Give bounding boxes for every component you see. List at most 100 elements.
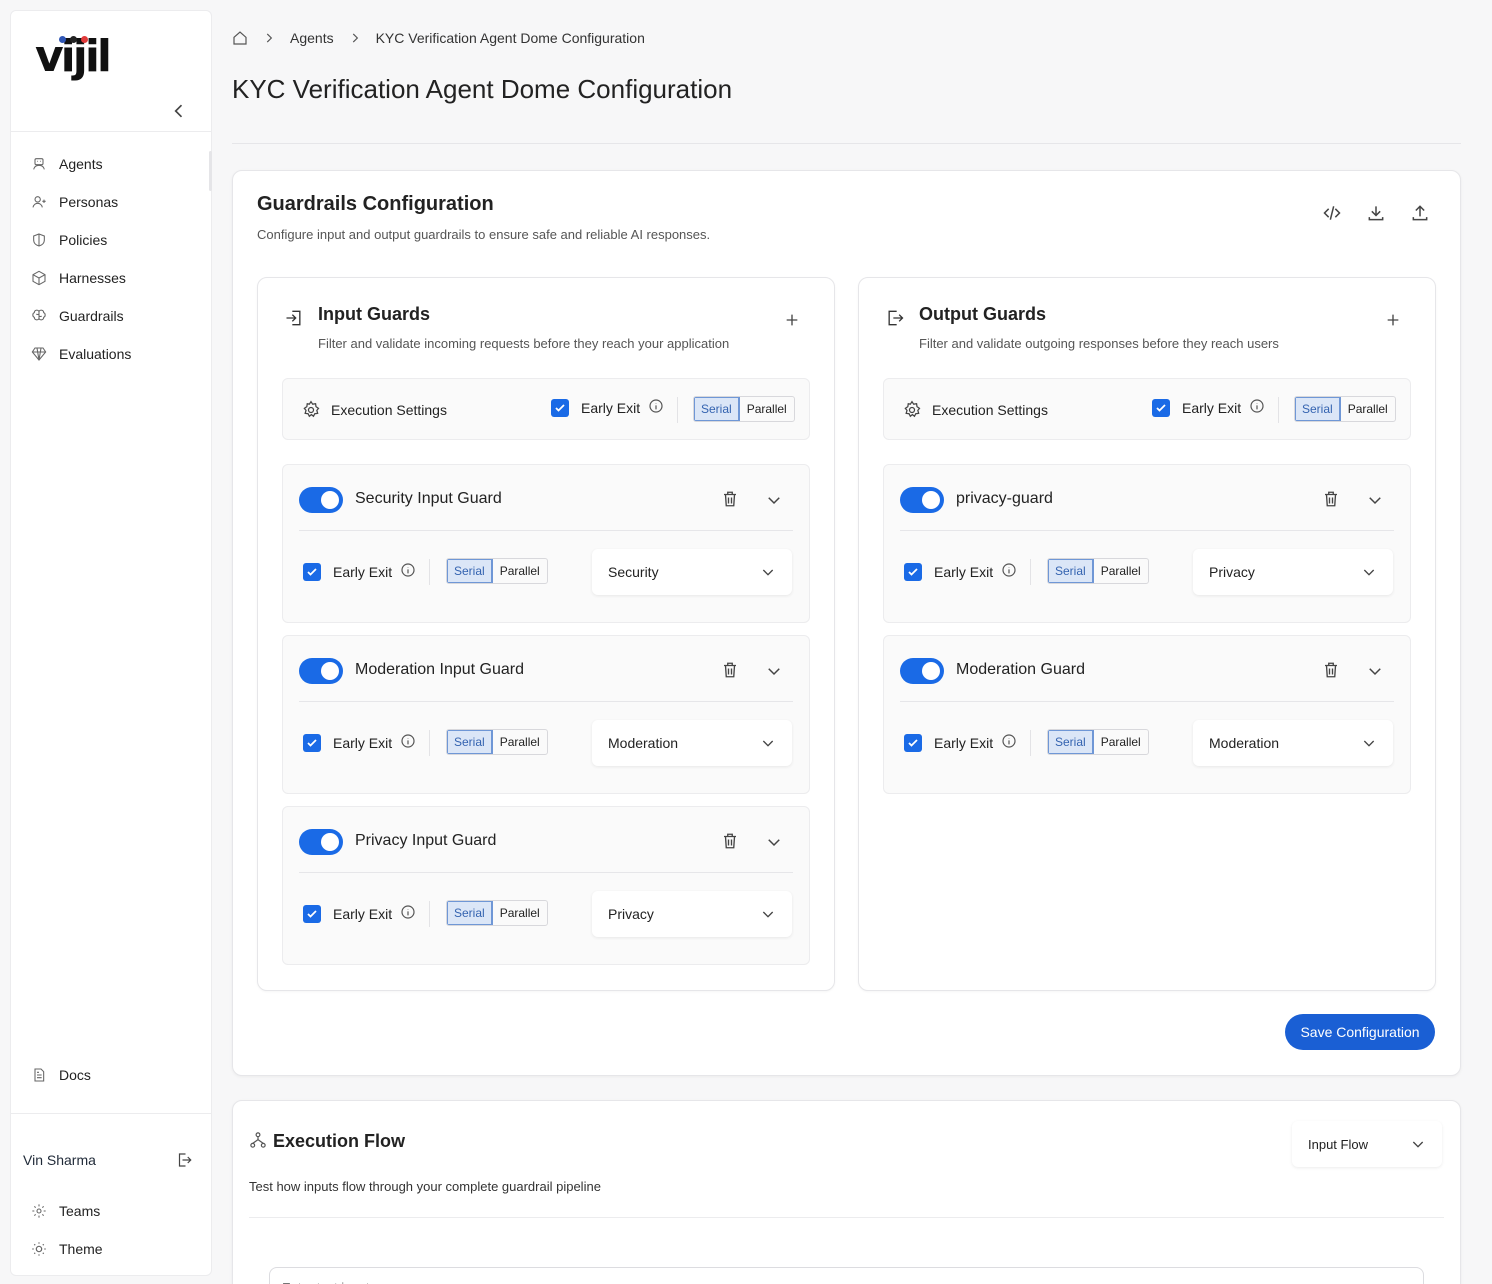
- execution-mode-toggle[interactable]: Serial Parallel: [1047, 729, 1149, 755]
- checkbox-checked[interactable]: [303, 734, 321, 752]
- chevron-down-icon[interactable]: [765, 662, 783, 680]
- serial-option[interactable]: Serial: [1295, 397, 1341, 421]
- download-icon[interactable]: [1366, 203, 1386, 223]
- checkbox-checked[interactable]: [904, 563, 922, 581]
- sidebar-item-agents[interactable]: Agents: [31, 145, 131, 183]
- guard-enabled-toggle[interactable]: [299, 487, 343, 513]
- chevron-down-icon: [762, 569, 774, 576]
- serial-option[interactable]: Serial: [447, 559, 493, 583]
- sidebar-item-docs[interactable]: Docs: [31, 1056, 91, 1094]
- flow-select[interactable]: Input Flow: [1292, 1121, 1442, 1167]
- early-exit-label: Early Exit: [1182, 400, 1242, 416]
- checkbox-checked[interactable]: [303, 905, 321, 923]
- serial-option[interactable]: Serial: [694, 397, 740, 421]
- select-value: Moderation: [1209, 735, 1280, 751]
- info-icon[interactable]: [1001, 562, 1017, 578]
- checkbox-checked[interactable]: [904, 734, 922, 752]
- guard-type-select[interactable]: Moderation: [592, 720, 792, 766]
- sidebar-scrollbar[interactable]: [209, 151, 212, 191]
- parallel-option[interactable]: Parallel: [740, 397, 794, 421]
- parallel-option[interactable]: Parallel: [1094, 559, 1148, 583]
- parallel-option[interactable]: Parallel: [493, 730, 547, 754]
- serial-option[interactable]: Serial: [1048, 559, 1094, 583]
- chevron-down-icon[interactable]: [1366, 491, 1384, 509]
- info-icon[interactable]: [400, 904, 416, 920]
- sidebar-item-guardrails[interactable]: Guardrails: [31, 297, 131, 335]
- upload-icon[interactable]: [1410, 203, 1430, 223]
- parallel-option[interactable]: Parallel: [493, 559, 547, 583]
- guard-type-select[interactable]: Privacy: [1193, 549, 1393, 595]
- code-icon[interactable]: [1322, 203, 1342, 223]
- early-exit-checkbox[interactable]: Early Exit: [551, 399, 664, 417]
- sidebar-item-evaluations[interactable]: Evaluations: [31, 335, 131, 373]
- info-icon[interactable]: [1249, 398, 1265, 414]
- execution-mode-toggle[interactable]: Serial Parallel: [446, 729, 548, 755]
- sidebar-item-theme[interactable]: Theme: [31, 1230, 103, 1268]
- serial-option[interactable]: Serial: [447, 730, 493, 754]
- guard-enabled-toggle[interactable]: [900, 658, 944, 684]
- collapse-sidebar-button[interactable]: [169, 101, 189, 121]
- divider: [429, 730, 430, 756]
- trash-icon[interactable]: [721, 832, 739, 850]
- serial-option[interactable]: Serial: [447, 901, 493, 925]
- trash-icon[interactable]: [721, 661, 739, 679]
- chevron-down-icon[interactable]: [765, 833, 783, 851]
- execution-mode-toggle[interactable]: Serial Parallel: [693, 396, 795, 422]
- early-exit-checkbox[interactable]: Early Exit: [303, 734, 416, 752]
- sidebar-item-label: Evaluations: [59, 346, 132, 362]
- sidebar-item-personas[interactable]: Personas: [31, 183, 131, 221]
- early-exit-checkbox[interactable]: Early Exit: [1152, 399, 1265, 417]
- early-exit-checkbox[interactable]: Early Exit: [904, 563, 1017, 581]
- guard-type-select[interactable]: Privacy: [592, 891, 792, 937]
- trash-icon[interactable]: [1322, 661, 1340, 679]
- guard-name: Moderation Input Guard: [355, 661, 524, 678]
- early-exit-checkbox[interactable]: Early Exit: [303, 905, 416, 923]
- execution-mode-toggle[interactable]: Serial Parallel: [446, 558, 548, 584]
- guard-enabled-toggle[interactable]: [299, 829, 343, 855]
- logout-icon[interactable]: [175, 1151, 193, 1169]
- sidebar-item-harnesses[interactable]: Harnesses: [31, 259, 131, 297]
- sidebar-bottom-nav: Teams Theme: [31, 1192, 103, 1268]
- trash-icon[interactable]: [1322, 490, 1340, 508]
- checkbox-checked[interactable]: [303, 563, 321, 581]
- guard-type-select[interactable]: Moderation: [1193, 720, 1393, 766]
- guard-enabled-toggle[interactable]: [299, 658, 343, 684]
- output-guards-title: Output Guards: [919, 304, 1046, 324]
- info-icon[interactable]: [1001, 733, 1017, 749]
- check-icon: [555, 404, 565, 412]
- checkbox-checked[interactable]: [551, 399, 569, 417]
- trash-icon[interactable]: [721, 490, 739, 508]
- save-configuration-button[interactable]: Save Configuration: [1285, 1014, 1435, 1050]
- chevron-left-icon: [174, 104, 183, 118]
- guard-enabled-toggle[interactable]: [900, 487, 944, 513]
- vijil-logo[interactable]: vijil: [35, 35, 112, 79]
- early-exit-checkbox[interactable]: Early Exit: [904, 734, 1017, 752]
- info-icon[interactable]: [400, 562, 416, 578]
- serial-option[interactable]: Serial: [1048, 730, 1094, 754]
- chevron-down-icon[interactable]: [1366, 662, 1384, 680]
- execution-mode-toggle[interactable]: Serial Parallel: [1294, 396, 1396, 422]
- test-input-field[interactable]: [269, 1267, 1424, 1284]
- info-icon[interactable]: [400, 733, 416, 749]
- info-icon[interactable]: [648, 398, 664, 414]
- home-icon[interactable]: [232, 30, 248, 46]
- guardrails-title: Guardrails Configuration: [257, 193, 494, 215]
- guard-type-select[interactable]: Security: [592, 549, 792, 595]
- gear-icon: [904, 400, 921, 418]
- chevron-down-icon[interactable]: [765, 491, 783, 509]
- breadcrumb-agents[interactable]: Agents: [290, 30, 334, 46]
- execution-mode-toggle[interactable]: Serial Parallel: [446, 900, 548, 926]
- divider: [429, 901, 430, 927]
- sidebar-item-policies[interactable]: Policies: [31, 221, 131, 259]
- execution-mode-toggle[interactable]: Serial Parallel: [1047, 558, 1149, 584]
- add-input-guard-button[interactable]: [784, 312, 800, 328]
- early-exit-checkbox[interactable]: Early Exit: [303, 563, 416, 581]
- add-output-guard-button[interactable]: [1385, 312, 1401, 328]
- checkbox-checked[interactable]: [1152, 399, 1170, 417]
- input-guards-subtitle: Filter and validate incoming requests be…: [318, 336, 730, 351]
- cube-icon: [32, 270, 46, 286]
- parallel-option[interactable]: Parallel: [493, 901, 547, 925]
- parallel-option[interactable]: Parallel: [1341, 397, 1395, 421]
- parallel-option[interactable]: Parallel: [1094, 730, 1148, 754]
- sidebar-item-teams[interactable]: Teams: [31, 1192, 103, 1230]
